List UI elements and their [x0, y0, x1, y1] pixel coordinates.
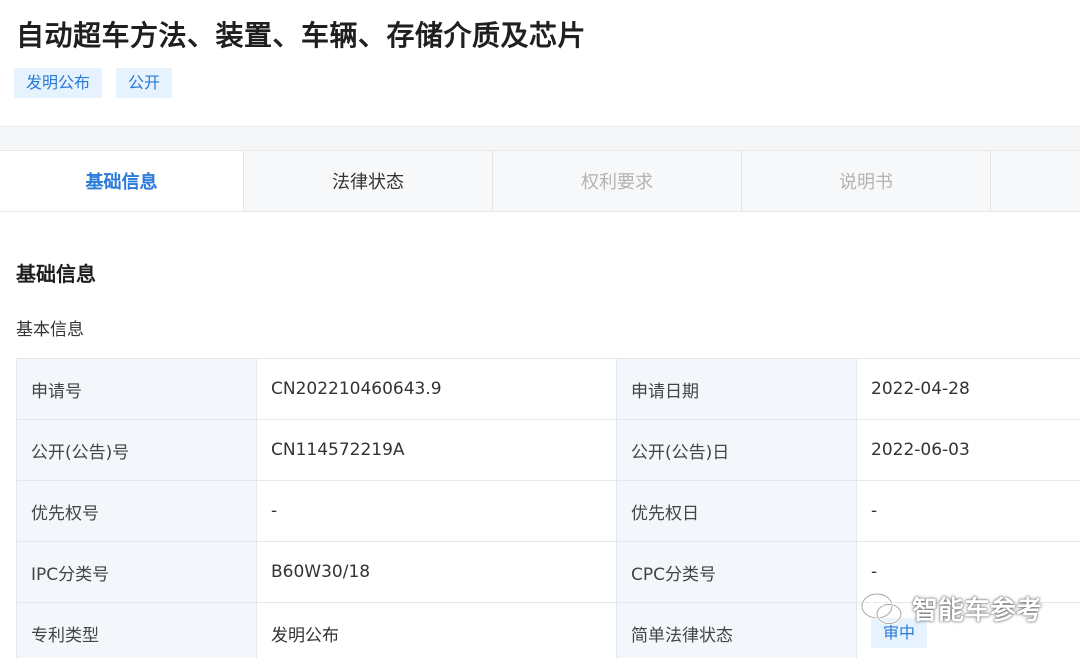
tag-publication-status: 公开 — [116, 68, 173, 98]
table-row: 申请号 CN202210460643.9 申请日期 2022-04-28 — [16, 358, 1080, 420]
tab-bar: 基础信息 法律状态 权利要求 说明书 — [0, 150, 1080, 212]
priority-date-value: - — [856, 480, 1080, 542]
legal-status-label: 简单法律状态 — [616, 602, 857, 658]
tab-bar-filler — [991, 151, 1080, 211]
wechat-icon — [860, 592, 903, 625]
ipc-class-label: IPC分类号 — [16, 541, 257, 603]
patent-tags: 发明公布 公开 — [14, 68, 173, 98]
subsection-heading: 基本信息 — [16, 320, 84, 340]
tab-claims[interactable]: 权利要求 — [493, 151, 742, 211]
priority-date-label: 优先权日 — [616, 480, 857, 542]
watermark-text: 智能车参考 — [912, 596, 1043, 626]
ipc-class-value: B60W30/18 — [256, 541, 617, 603]
watermark: 智能车参考 — [860, 590, 1042, 627]
page-title: 自动超车方法、装置、车辆、存储介质及芯片 — [16, 19, 587, 52]
publication-number-label: 公开(公告)号 — [16, 419, 257, 481]
publication-date-label: 公开(公告)日 — [616, 419, 857, 481]
tab-basic-info[interactable]: 基础信息 — [0, 151, 244, 211]
priority-number-value: - — [256, 480, 617, 542]
publication-number-value: CN114572219A — [256, 419, 617, 481]
publication-date-value: 2022-06-03 — [856, 419, 1080, 481]
tag-patent-type: 发明公布 — [14, 68, 103, 98]
patent-type-label: 专利类型 — [16, 602, 257, 658]
section-heading: 基础信息 — [16, 262, 96, 286]
table-row: 优先权号 - 优先权日 - — [16, 480, 1080, 542]
tab-legal-status[interactable]: 法律状态 — [244, 151, 493, 211]
cpc-class-label: CPC分类号 — [616, 541, 857, 603]
application-date-label: 申请日期 — [616, 358, 857, 420]
application-number-label: 申请号 — [16, 358, 257, 420]
tab-description[interactable]: 说明书 — [742, 151, 991, 211]
patent-type-value: 发明公布 — [256, 602, 617, 658]
patent-header: 自动超车方法、装置、车辆、存储介质及芯片 发明公布 公开 — [0, 0, 1080, 126]
application-date-value: 2022-04-28 — [856, 358, 1080, 420]
section-divider — [0, 126, 1080, 150]
application-number-value: CN202210460643.9 — [256, 358, 617, 420]
table-row: 公开(公告)号 CN114572219A 公开(公告)日 2022-06-03 — [16, 419, 1080, 481]
priority-number-label: 优先权号 — [16, 480, 257, 542]
